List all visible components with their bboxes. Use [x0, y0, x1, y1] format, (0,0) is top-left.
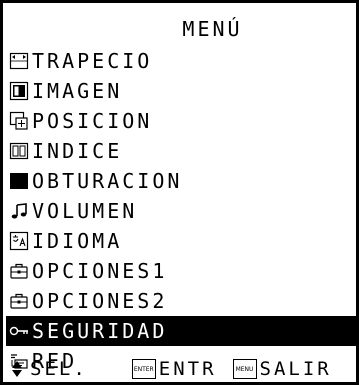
keystone-icon — [8, 50, 30, 72]
menu-item-volumen[interactable]: VOLUMEN — [6, 196, 359, 226]
menu-item-label: TRAPECIO — [32, 49, 153, 73]
menu-key-icon: MENU — [232, 359, 257, 379]
index-icon — [8, 140, 30, 162]
menu-item-label: OBTURACION — [32, 169, 183, 193]
menu-title: MENÚ — [182, 17, 243, 41]
menu-item-label: SEGURIDAD — [32, 319, 168, 343]
osd-menu-frame: MENÚ TRAPECIO IMAGEN POSICION INDICE OBT… — [0, 0, 359, 385]
menu-item-label: VOLUMEN — [32, 199, 138, 223]
menu-item-posicion[interactable]: POSICION — [6, 106, 359, 136]
menu-item-opciones2[interactable]: OPCIONES2 — [6, 286, 359, 316]
language-icon — [8, 230, 30, 252]
menu-list: TRAPECIO IMAGEN POSICION INDICE OBTURACI… — [6, 46, 359, 376]
exit-hint: SALIR — [259, 358, 332, 380]
menu-item-obturacion[interactable]: OBTURACION — [6, 166, 359, 196]
up-down-arrows-icon — [10, 361, 24, 377]
music-note-icon — [8, 200, 30, 222]
menu-item-imagen[interactable]: IMAGEN — [6, 76, 359, 106]
menu-item-label: OPCIONES2 — [32, 289, 168, 313]
menu-item-label: IDIOMA — [32, 229, 123, 253]
key-icon — [8, 320, 30, 342]
menu-footer: SEL. ENTER ENTR MENU SALIR — [6, 354, 359, 384]
menu-item-label: OPCIONES1 — [32, 259, 168, 283]
menu-item-label: IMAGEN — [32, 79, 123, 103]
shutter-icon — [8, 170, 30, 192]
menu-item-seguridad[interactable]: SEGURIDAD — [6, 316, 359, 346]
picture-icon — [8, 80, 30, 102]
select-hint: SEL. — [30, 358, 88, 380]
menu-item-opciones1[interactable]: OPCIONES1 — [6, 256, 359, 286]
options-icon — [8, 290, 30, 312]
options-icon — [8, 260, 30, 282]
enter-key-icon: ENTER — [131, 359, 156, 379]
menu-item-idioma[interactable]: IDIOMA — [6, 226, 359, 256]
menu-item-label: INDICE — [32, 139, 123, 163]
menu-item-indice[interactable]: INDICE — [6, 136, 359, 166]
menu-item-trapecio[interactable]: TRAPECIO — [6, 46, 359, 76]
enter-hint: ENTR — [158, 358, 217, 380]
menu-item-label: POSICION — [32, 109, 153, 133]
position-icon — [8, 110, 30, 132]
